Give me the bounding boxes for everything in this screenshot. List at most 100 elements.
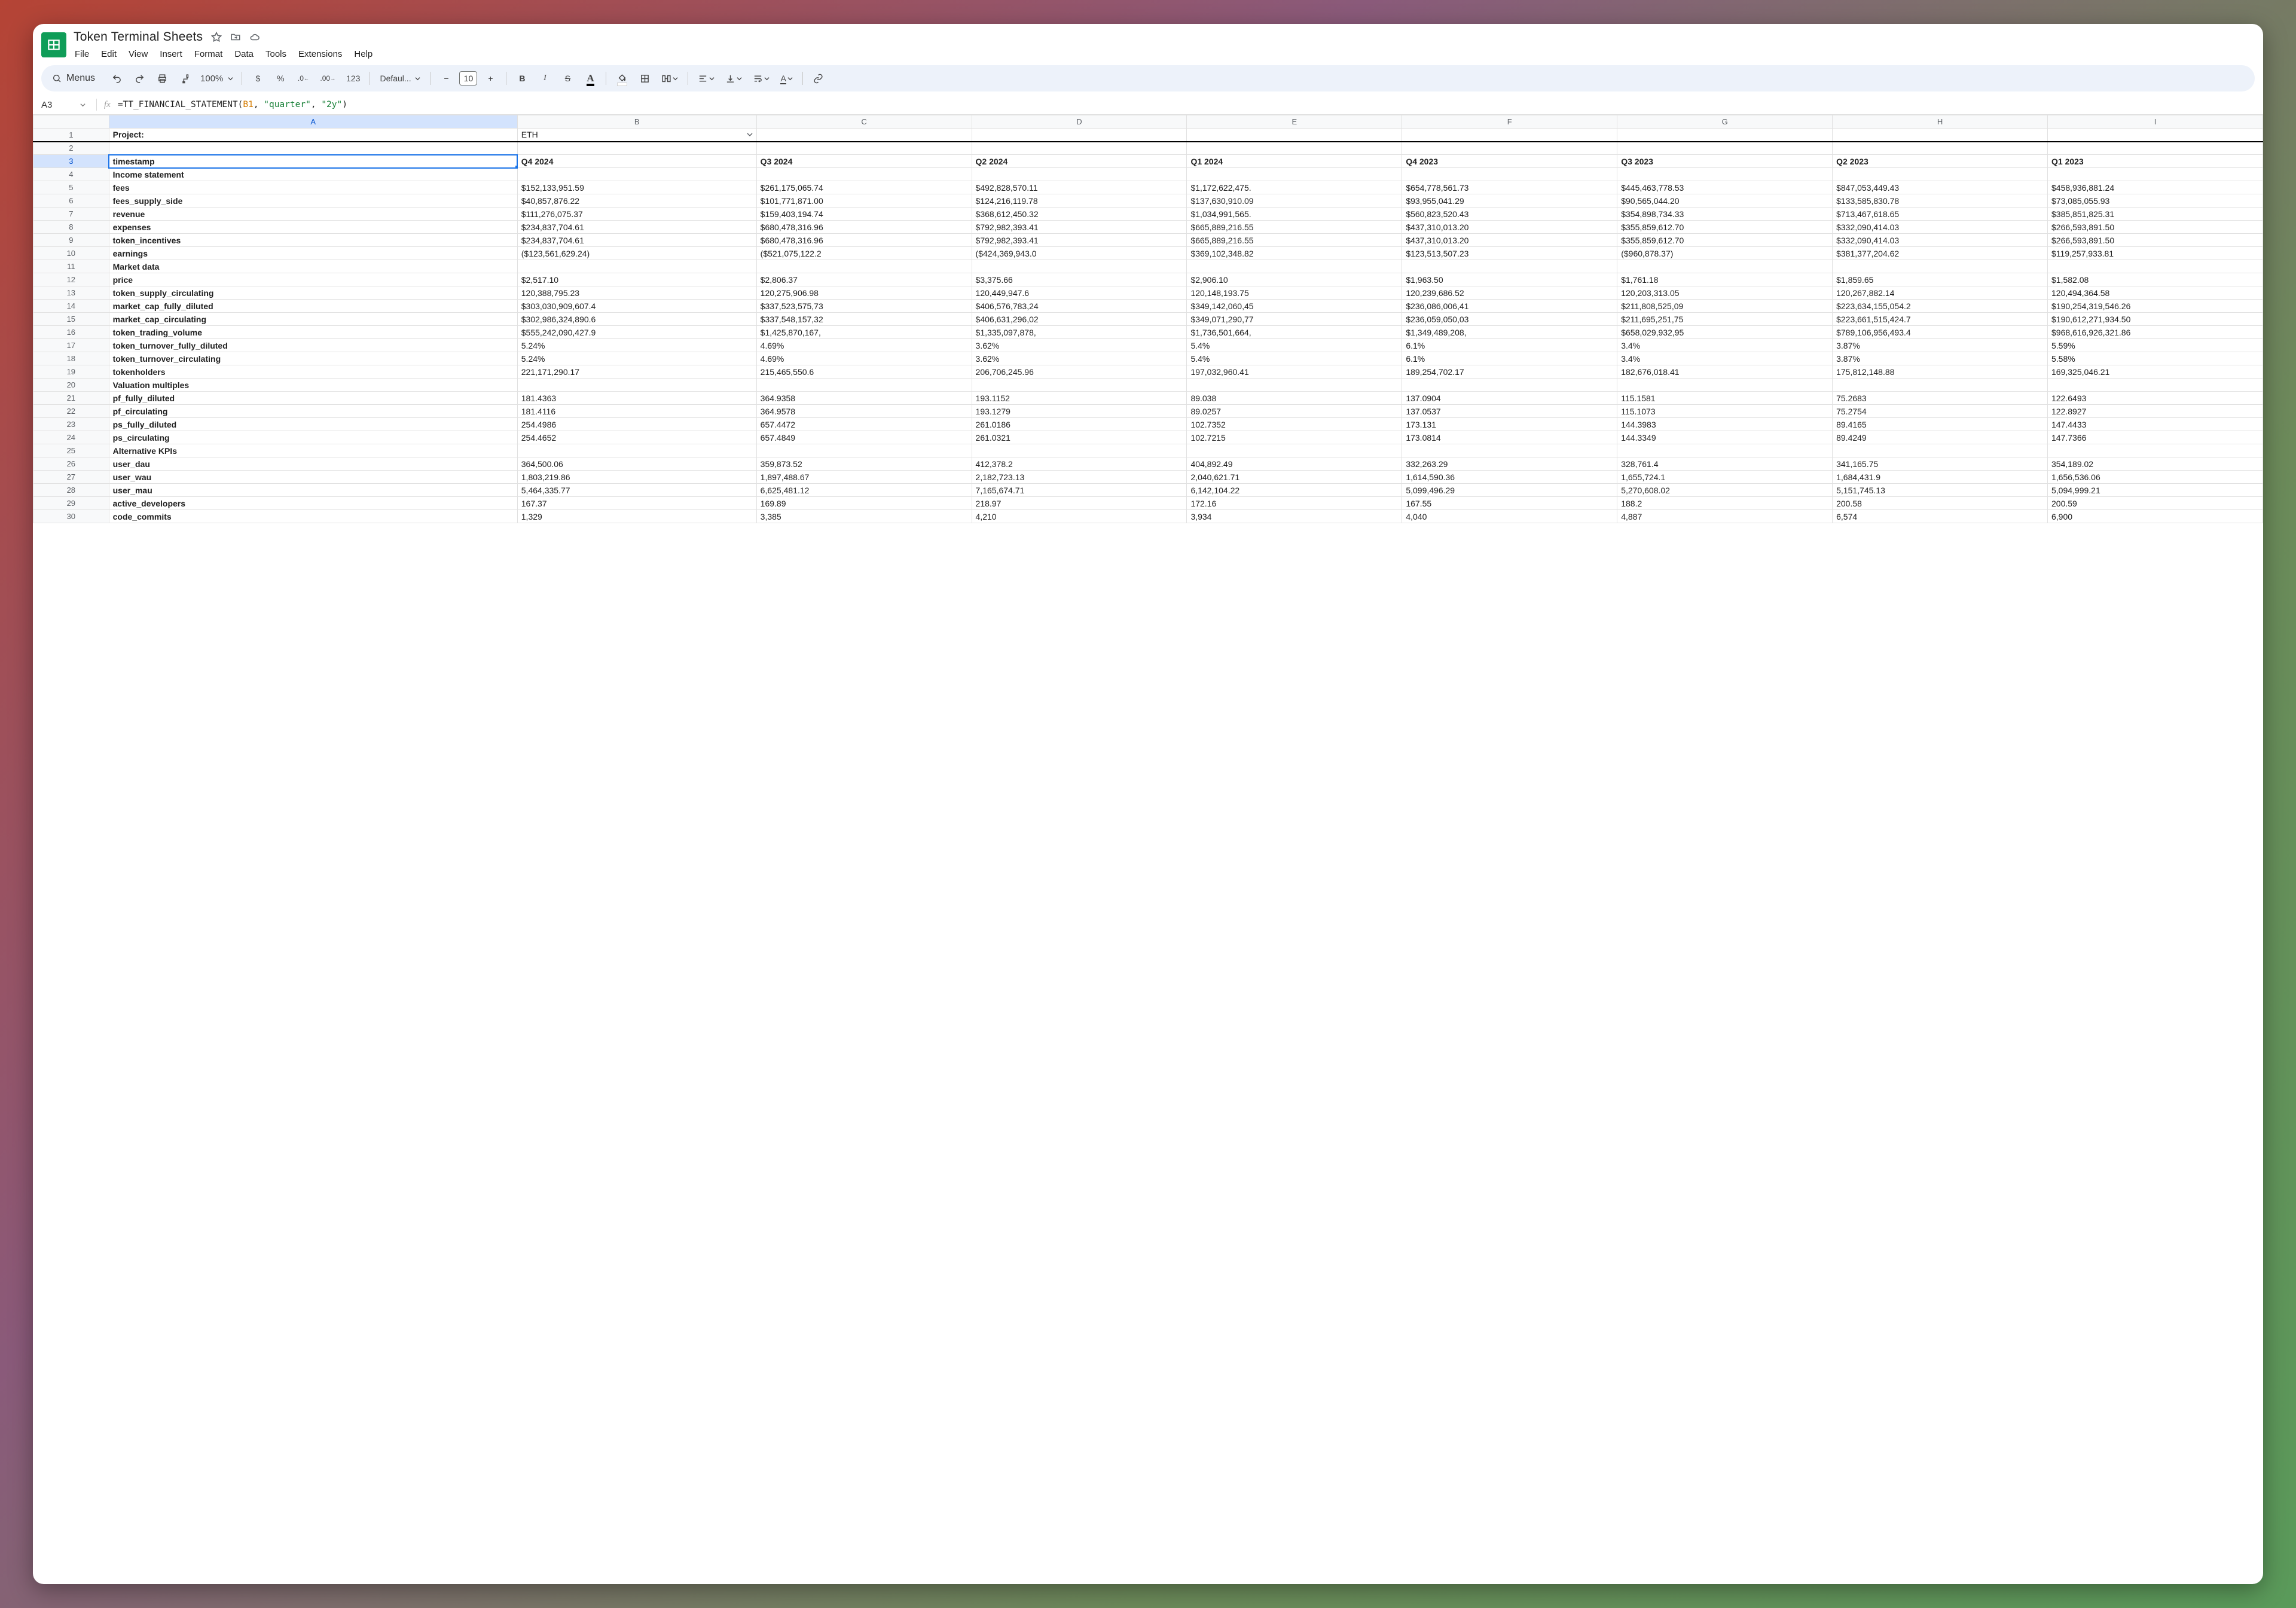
cell[interactable]: $236,086,006,41 xyxy=(1402,300,1617,313)
cell[interactable]: ($424,369,943.0 xyxy=(972,247,1187,260)
cell[interactable]: 6,625,481.12 xyxy=(756,484,972,497)
menu-format[interactable]: Format xyxy=(194,49,223,59)
cell[interactable]: $406,631,296,02 xyxy=(972,313,1187,326)
italic-button[interactable]: I xyxy=(535,69,554,88)
cell[interactable] xyxy=(517,142,756,155)
row-header[interactable]: 27 xyxy=(33,471,109,484)
fill-color-button[interactable] xyxy=(612,69,631,88)
cell[interactable] xyxy=(2048,260,2263,273)
cell[interactable]: Income statement xyxy=(109,168,517,181)
col-header-G[interactable]: G xyxy=(1617,115,1833,129)
cell[interactable]: ($521,075,122.2 xyxy=(756,247,972,260)
cell[interactable] xyxy=(972,168,1187,181)
cell[interactable]: 412,378.2 xyxy=(972,457,1187,471)
cell[interactable]: $101,771,871.00 xyxy=(756,194,972,208)
cell[interactable] xyxy=(1187,129,1402,142)
cell[interactable]: 102.7352 xyxy=(1187,418,1402,431)
menu-data[interactable]: Data xyxy=(234,49,254,59)
row-header[interactable]: 1 xyxy=(33,129,109,142)
cell[interactable] xyxy=(1187,260,1402,273)
cell[interactable]: 3,385 xyxy=(756,510,972,523)
cell[interactable]: 175,812,148.88 xyxy=(1833,365,2048,379)
row-header[interactable]: 2 xyxy=(33,142,109,155)
cell[interactable]: revenue xyxy=(109,208,517,221)
cell[interactable]: 144.3349 xyxy=(1617,431,1833,444)
cell[interactable]: 5,464,335.77 xyxy=(517,484,756,497)
star-icon[interactable] xyxy=(211,32,222,42)
cell[interactable]: $2,517.10 xyxy=(517,273,756,286)
cell[interactable] xyxy=(756,444,972,457)
decrease-decimal-button[interactable]: .0← xyxy=(294,69,313,88)
cell[interactable]: 188.2 xyxy=(1617,497,1833,510)
cell[interactable]: 4.69% xyxy=(756,339,972,352)
col-header-I[interactable]: I xyxy=(2048,115,2263,129)
cell[interactable]: 1,684,431.9 xyxy=(1833,471,2048,484)
row-header[interactable]: 15 xyxy=(33,313,109,326)
text-rotation-button[interactable]: A xyxy=(777,69,796,88)
col-header-F[interactable]: F xyxy=(1402,115,1617,129)
cell[interactable]: 3.4% xyxy=(1617,339,1833,352)
cell[interactable]: $302,986,324,890.6 xyxy=(517,313,756,326)
cell[interactable]: $658,029,932,95 xyxy=(1617,326,1833,339)
cell[interactable]: $119,257,933.81 xyxy=(2048,247,2263,260)
cell[interactable]: 120,148,193.75 xyxy=(1187,286,1402,300)
cloud-status-icon[interactable] xyxy=(249,32,260,42)
cell[interactable]: Project: xyxy=(109,129,517,142)
cell[interactable]: 120,388,795.23 xyxy=(517,286,756,300)
cell[interactable]: $3,375.66 xyxy=(972,273,1187,286)
format-percent-button[interactable]: % xyxy=(271,69,290,88)
cell[interactable]: $111,276,075.37 xyxy=(517,208,756,221)
row-header[interactable]: 21 xyxy=(33,392,109,405)
cell[interactable]: 181.4116 xyxy=(517,405,756,418)
cell[interactable]: 167.55 xyxy=(1402,497,1617,510)
cell[interactable] xyxy=(1187,168,1402,181)
cell[interactable]: 5.59% xyxy=(2048,339,2263,352)
cell[interactable]: token_turnover_circulating xyxy=(109,352,517,365)
cell[interactable]: 2,182,723.13 xyxy=(972,471,1187,484)
spreadsheet-grid[interactable]: A B C D E F G H I 1Project:ETH23timestam… xyxy=(33,115,2263,1584)
cell[interactable] xyxy=(1187,444,1402,457)
cell[interactable]: price xyxy=(109,273,517,286)
cell[interactable]: 3.62% xyxy=(972,339,1187,352)
cell[interactable]: 89.4165 xyxy=(1833,418,2048,431)
cell[interactable]: $211,808,525,09 xyxy=(1617,300,1833,313)
cell[interactable]: $968,616,926,321.86 xyxy=(2048,326,2263,339)
cell[interactable]: 181.4363 xyxy=(517,392,756,405)
cell[interactable]: 75.2754 xyxy=(1833,405,2048,418)
cell[interactable]: $355,859,612.70 xyxy=(1617,234,1833,247)
cell[interactable]: $406,576,783,24 xyxy=(972,300,1187,313)
cell[interactable]: 1,656,536.06 xyxy=(2048,471,2263,484)
cell[interactable]: $792,982,393.41 xyxy=(972,221,1187,234)
cell[interactable]: Q2 2024 xyxy=(972,155,1187,168)
cell[interactable]: tokenholders xyxy=(109,365,517,379)
menu-insert[interactable]: Insert xyxy=(160,49,182,59)
cell[interactable]: 261.0186 xyxy=(972,418,1187,431)
project-dropdown-cell[interactable]: ETH xyxy=(517,129,756,142)
cell[interactable]: token_incentives xyxy=(109,234,517,247)
cell[interactable]: 115.1073 xyxy=(1617,405,1833,418)
cell[interactable]: $369,102,348.82 xyxy=(1187,247,1402,260)
cell[interactable]: ($123,561,629.24) xyxy=(517,247,756,260)
cell[interactable] xyxy=(1833,444,2048,457)
row-header[interactable]: 4 xyxy=(33,168,109,181)
cell[interactable]: $555,242,090,427.9 xyxy=(517,326,756,339)
sheets-logo[interactable] xyxy=(41,32,66,57)
cell[interactable]: $40,857,876.22 xyxy=(517,194,756,208)
menu-edit[interactable]: Edit xyxy=(101,49,117,59)
cell[interactable]: $1,963.50 xyxy=(1402,273,1617,286)
select-all-corner[interactable] xyxy=(33,115,109,129)
font-family-dropdown[interactable]: Defaul... xyxy=(376,69,424,88)
cell[interactable]: $124,216,119.78 xyxy=(972,194,1187,208)
cell[interactable]: $1,034,991,565. xyxy=(1187,208,1402,221)
cell[interactable]: Q2 2023 xyxy=(1833,155,2048,168)
cell[interactable]: 182,676,018.41 xyxy=(1617,365,1833,379)
cell[interactable]: fees_supply_side xyxy=(109,194,517,208)
text-color-button[interactable]: A xyxy=(581,69,600,88)
active-cell[interactable]: timestamp xyxy=(109,155,517,168)
cell[interactable]: $93,955,041.29 xyxy=(1402,194,1617,208)
cell[interactable]: Q4 2024 xyxy=(517,155,756,168)
col-header-D[interactable]: D xyxy=(972,115,1187,129)
cell[interactable]: 6,574 xyxy=(1833,510,2048,523)
cell[interactable]: 657.4472 xyxy=(756,418,972,431)
cell[interactable]: $381,377,204.62 xyxy=(1833,247,2048,260)
